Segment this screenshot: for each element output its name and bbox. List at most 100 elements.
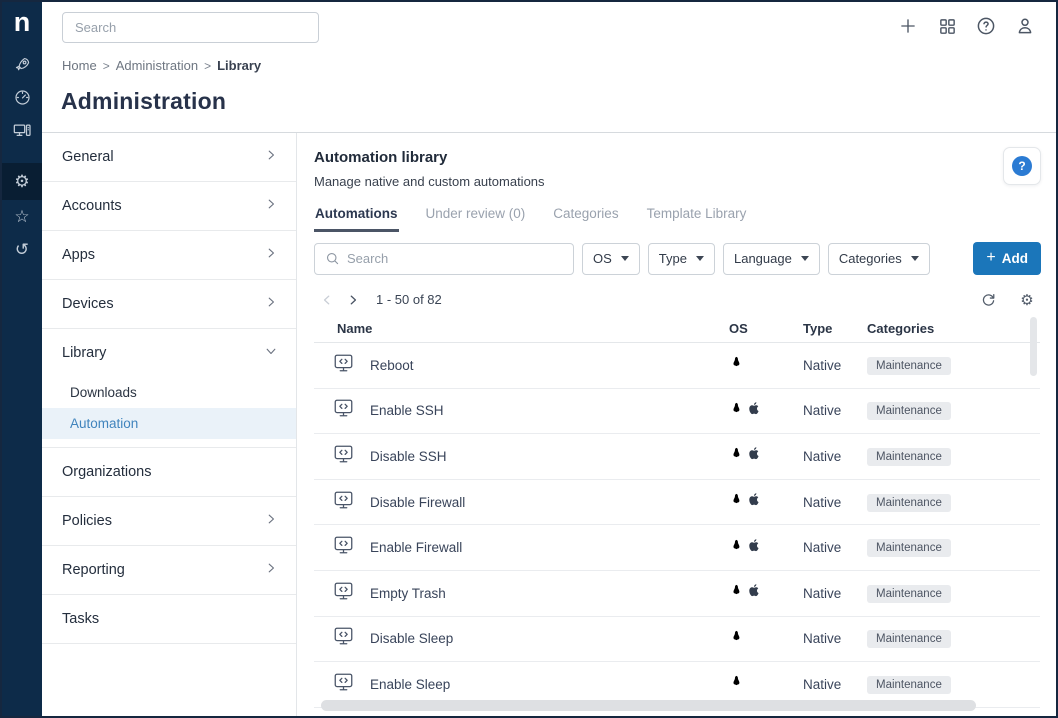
next-page-button[interactable] bbox=[340, 287, 366, 313]
automation-type: Native bbox=[803, 358, 867, 373]
nav-item-policies[interactable]: Policies bbox=[42, 497, 296, 545]
vertical-scrollbar[interactable] bbox=[1030, 317, 1037, 376]
category-badge: Maintenance bbox=[867, 676, 951, 694]
table-row[interactable]: Reboot Native Maintenance bbox=[314, 343, 1040, 389]
linux-icon bbox=[729, 674, 743, 694]
language-filter-dropdown[interactable]: Language bbox=[723, 243, 820, 275]
nav-item-tasks[interactable]: Tasks bbox=[42, 595, 296, 643]
category-badges: Maintenance bbox=[867, 629, 1040, 648]
column-header-name[interactable]: Name bbox=[314, 321, 729, 336]
linux-icon bbox=[729, 446, 743, 466]
rocket-icon[interactable] bbox=[2, 48, 42, 81]
app-logo[interactable]: n bbox=[14, 2, 31, 48]
table-row[interactable]: Disable SSH Native Maintenance bbox=[314, 434, 1040, 480]
category-badges: Maintenance bbox=[867, 356, 1040, 375]
table-row[interactable]: Enable Firewall Native Maintenance bbox=[314, 525, 1040, 571]
table-row[interactable]: Empty Trash Native Maintenance bbox=[314, 571, 1040, 617]
apps-grid-icon[interactable] bbox=[936, 15, 958, 37]
script-monitor-icon bbox=[332, 489, 355, 516]
category-badges: Maintenance bbox=[867, 675, 1040, 694]
user-icon[interactable] bbox=[1014, 15, 1036, 37]
global-search-input[interactable] bbox=[63, 13, 318, 42]
nav-subitem-automation[interactable]: Automation bbox=[42, 408, 296, 439]
tab-template-library[interactable]: Template Library bbox=[646, 202, 748, 232]
table-header: Name OS Type Categories bbox=[314, 315, 1040, 343]
automation-search[interactable] bbox=[314, 243, 574, 275]
apple-icon bbox=[747, 401, 761, 421]
nav-item-devices[interactable]: Devices bbox=[42, 280, 296, 328]
breadcrumb: Home > Administration > Library bbox=[62, 58, 261, 73]
filter-bar: OS Type Language Categories bbox=[314, 242, 1040, 275]
chevron-right-icon bbox=[264, 512, 278, 530]
chevron-right-icon bbox=[264, 246, 278, 264]
table-row[interactable]: Disable Sleep Native Maintenance bbox=[314, 617, 1040, 663]
caret-down-icon bbox=[696, 256, 704, 261]
devices-icon[interactable] bbox=[2, 114, 42, 147]
app-window: n ⚙ ☆ ↺ bbox=[0, 0, 1058, 718]
automation-type: Native bbox=[803, 540, 867, 555]
breadcrumb-home[interactable]: Home bbox=[62, 58, 97, 73]
linux-icon bbox=[729, 355, 743, 375]
automation-type: Native bbox=[803, 586, 867, 601]
category-badges: Maintenance bbox=[867, 401, 1040, 420]
nav-item-organizations[interactable]: Organizations bbox=[42, 448, 296, 496]
automation-name: Reboot bbox=[370, 358, 414, 373]
prev-page-button[interactable] bbox=[314, 287, 340, 313]
linux-icon bbox=[729, 401, 743, 421]
automation-type: Native bbox=[803, 677, 867, 692]
nav-item-apps[interactable]: Apps bbox=[42, 231, 296, 279]
script-monitor-icon bbox=[332, 534, 355, 561]
nav-item-library[interactable]: Library bbox=[42, 329, 296, 377]
categories-filter-dropdown[interactable]: Categories bbox=[828, 243, 930, 275]
tab-automations[interactable]: Automations bbox=[314, 202, 399, 232]
pagination-bar: 1 - 50 of 82 ⚙ bbox=[314, 286, 1040, 313]
dashboard-icon[interactable] bbox=[2, 81, 42, 114]
history-icon[interactable]: ↺ bbox=[2, 233, 42, 266]
automation-name: Enable Sleep bbox=[370, 677, 450, 692]
chevron-right-icon bbox=[264, 197, 278, 215]
column-header-categories[interactable]: Categories bbox=[867, 321, 1040, 336]
tab-categories[interactable]: Categories bbox=[552, 202, 619, 232]
automation-type: Native bbox=[803, 631, 867, 646]
breadcrumb-library[interactable]: Library bbox=[217, 58, 261, 73]
settings-gear-icon[interactable]: ⚙ bbox=[2, 163, 42, 200]
caret-down-icon bbox=[621, 256, 629, 261]
automation-search-input[interactable] bbox=[347, 244, 573, 274]
plus-icon[interactable] bbox=[897, 15, 919, 37]
settings-nav: General Accounts Apps bbox=[42, 133, 297, 716]
table-row[interactable]: Enable SSH Native Maintenance bbox=[314, 389, 1040, 435]
category-badges: Maintenance bbox=[867, 447, 1040, 466]
script-monitor-icon bbox=[332, 625, 355, 652]
table-settings-gear-icon[interactable]: ⚙ bbox=[1017, 290, 1037, 310]
category-badge: Maintenance bbox=[867, 494, 951, 512]
horizontal-scrollbar[interactable] bbox=[321, 700, 976, 711]
apple-icon bbox=[747, 492, 761, 512]
nav-subitem-downloads[interactable]: Downloads bbox=[42, 377, 296, 408]
nav-item-reporting[interactable]: Reporting bbox=[42, 546, 296, 594]
os-filter-dropdown[interactable]: OS bbox=[582, 243, 640, 275]
pagination-range: 1 - 50 of 82 bbox=[376, 292, 442, 307]
add-button[interactable]: + Add bbox=[973, 242, 1041, 275]
nav-item-general[interactable]: General bbox=[42, 133, 296, 181]
help-button[interactable]: ? bbox=[1003, 147, 1041, 185]
refresh-icon[interactable] bbox=[978, 290, 998, 310]
chevron-down-icon bbox=[264, 344, 278, 362]
panel-subtitle: Manage native and custom automations bbox=[314, 174, 1040, 189]
linux-icon bbox=[729, 492, 743, 512]
category-badge: Maintenance bbox=[867, 630, 951, 648]
automation-name: Disable Sleep bbox=[370, 631, 453, 646]
global-search[interactable] bbox=[62, 12, 319, 43]
type-filter-dropdown[interactable]: Type bbox=[648, 243, 715, 275]
breadcrumb-administration[interactable]: Administration bbox=[116, 58, 198, 73]
tab-under-review[interactable]: Under review (0) bbox=[425, 202, 527, 232]
table-row[interactable]: Disable Firewall Native Maintenance bbox=[314, 480, 1040, 526]
chevron-right-icon bbox=[264, 295, 278, 313]
help-circle-icon[interactable] bbox=[975, 15, 997, 37]
category-badge: Maintenance bbox=[867, 402, 951, 420]
column-header-os[interactable]: OS bbox=[729, 321, 803, 336]
automation-name: Disable SSH bbox=[370, 449, 447, 464]
nav-item-accounts[interactable]: Accounts bbox=[42, 182, 296, 230]
automation-library-panel: Automation library Manage native and cus… bbox=[297, 133, 1056, 716]
star-icon[interactable]: ☆ bbox=[2, 200, 42, 233]
column-header-type[interactable]: Type bbox=[803, 321, 867, 336]
